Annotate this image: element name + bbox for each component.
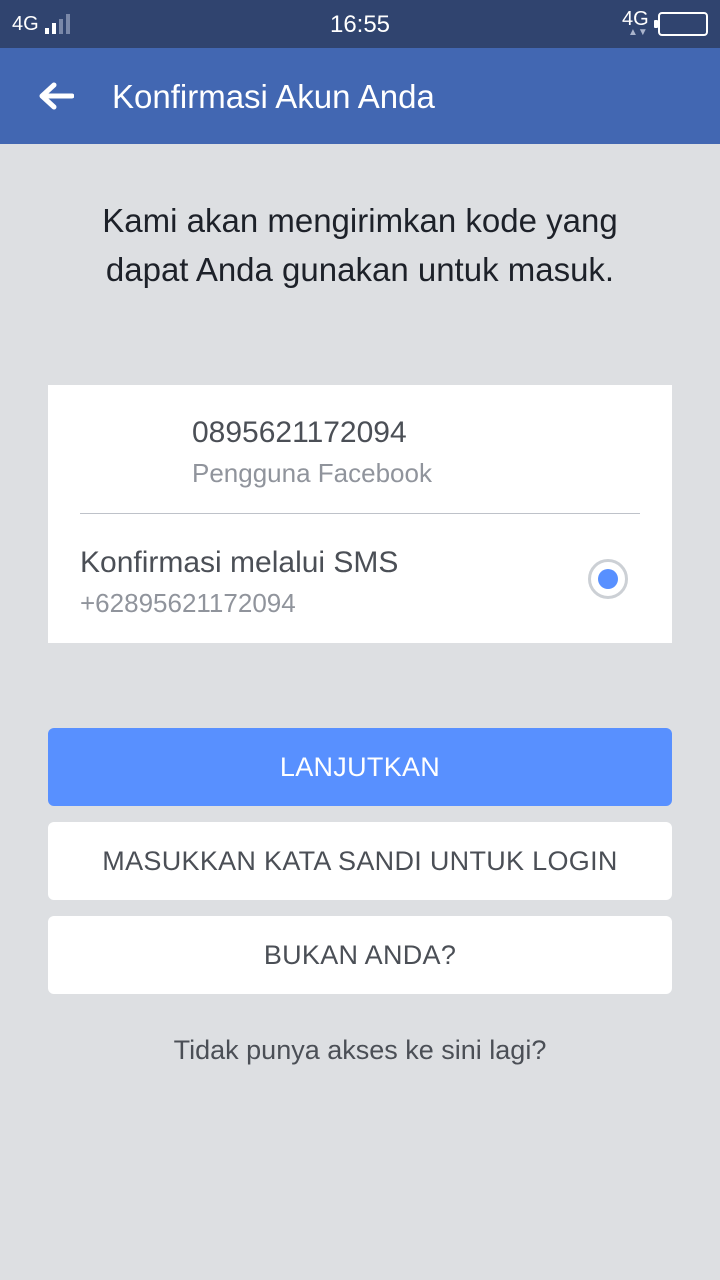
data-network-icon: 4G ▲▼ [622, 8, 650, 40]
divider [80, 513, 640, 514]
back-button[interactable] [24, 66, 88, 126]
password-login-button[interactable]: MASUKKAN KATA SANDI UNTUK LOGIN [48, 822, 672, 900]
back-arrow-icon [39, 82, 74, 110]
not-you-button[interactable]: BUKAN ANDA? [48, 916, 672, 994]
sms-option-label: Konfirmasi melalui SMS [80, 546, 399, 579]
status-bar: 4G 16:55 4G ▲▼ [0, 0, 720, 48]
account-card: 0895621172094 Pengguna Facebook Konfirma… [48, 385, 672, 643]
account-number: 0895621172094 [192, 416, 407, 449]
app-bar: Konfirmasi Akun Anda [0, 48, 720, 144]
status-time: 16:55 [329, 11, 391, 38]
radio-selected-dot [598, 569, 618, 589]
sms-phone-number: +62895621172094 [80, 588, 296, 618]
sms-radio-button[interactable] [588, 559, 628, 599]
no-access-link[interactable]: Tidak punya akses ke sini lagi? [0, 1032, 720, 1068]
status-right: 4G ▲▼ [622, 8, 708, 40]
battery-icon [654, 12, 708, 36]
sms-option[interactable]: Konfirmasi melalui SMS +62895621172094 [48, 515, 672, 643]
data-arrows-icon: ▲▼ [628, 27, 648, 38]
page-title: Konfirmasi Akun Anda [112, 78, 435, 115]
intro-text: Kami akan mengirimkan kode yang dapat An… [102, 202, 618, 288]
account-name: Pengguna Facebook [192, 458, 432, 488]
continue-button[interactable]: LANJUTKAN [48, 728, 672, 806]
